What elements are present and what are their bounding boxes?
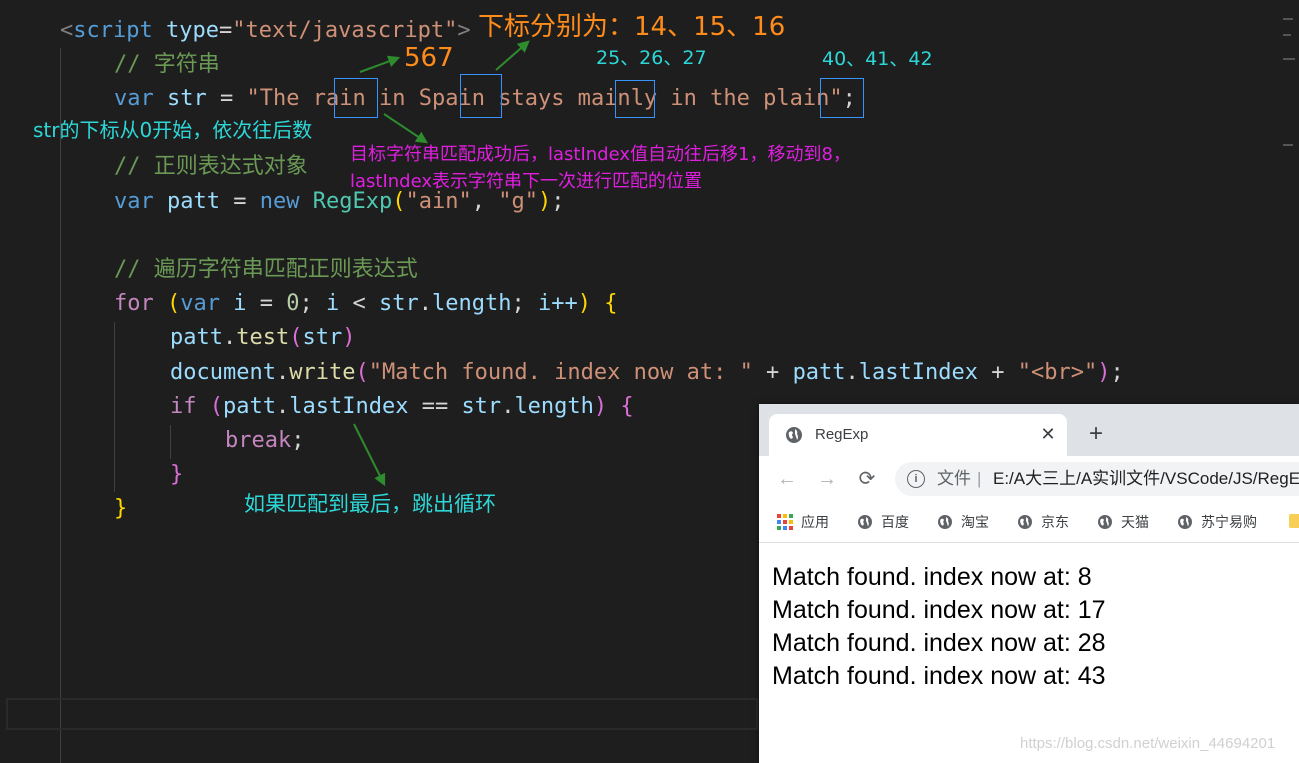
new-tab-icon[interactable]: + [1083, 422, 1109, 448]
globe-icon [1018, 515, 1032, 529]
watermark: https://blog.csdn.net/weixin_44694201 [1020, 735, 1276, 752]
address-separator: | [977, 469, 982, 488]
reload-icon[interactable]: ⟳ [853, 465, 881, 493]
bookmark-taobao[interactable]: 淘宝 [937, 513, 989, 531]
browser-window: RegExp ✕ + ← → ⟳ i 文件 | E:/A大三上/A实训文件/VS… [759, 404, 1299, 763]
tab-strip: RegExp ✕ + [759, 404, 1299, 456]
bookmark-baidu[interactable]: 百度 [857, 513, 909, 531]
bookmark-jd[interactable]: 京东 [1017, 513, 1069, 531]
bookmark-label: 淘宝 [961, 514, 989, 530]
apps-grid-icon [777, 514, 793, 530]
close-tab-icon[interactable]: ✕ [1037, 423, 1059, 445]
folder-icon[interactable] [1289, 514, 1299, 528]
arrow-to-567 [359, 55, 401, 73]
globe-icon [1178, 515, 1192, 529]
globe-icon [786, 427, 802, 443]
address-bar[interactable]: i 文件 | E:/A大三上/A实训文件/VSCode/JS/RegExp [895, 462, 1299, 496]
globe-icon [1098, 515, 1112, 529]
output-line: Match found. index now at: 8 [772, 563, 1092, 591]
bookmark-label: 天猫 [1121, 514, 1149, 530]
bookmarks-bar: 应用 百度 淘宝 京东 天猫 苏宁易购 [759, 502, 1299, 543]
bookmark-label: 苏宁易购 [1201, 514, 1257, 530]
address-scheme-label: 文件 [937, 469, 971, 488]
address-url[interactable]: E:/A大三上/A实训文件/VSCode/JS/RegExp [993, 469, 1299, 489]
output-line: Match found. index now at: 43 [772, 662, 1106, 690]
bookmark-apps[interactable]: 应用 [777, 513, 829, 531]
tab-regexp[interactable]: RegExp ✕ [769, 414, 1067, 456]
output-line: Match found. index now at: 28 [772, 629, 1106, 657]
globe-icon [858, 515, 872, 529]
browser-toolbar: ← → ⟳ i 文件 | E:/A大三上/A实训文件/VSCode/JS/Reg… [759, 456, 1299, 502]
bookmark-label: 京东 [1041, 514, 1069, 530]
back-icon[interactable]: ← [773, 465, 801, 493]
arrow-to-subscripts [495, 40, 530, 71]
info-icon[interactable]: i [907, 470, 925, 488]
globe-icon [938, 515, 952, 529]
page-content: Match found. index now at: 8 Match found… [759, 543, 1299, 763]
arrow-to-break-note [353, 423, 386, 487]
tab-title: RegExp [815, 426, 869, 443]
output-line: Match found. index now at: 17 [772, 596, 1106, 624]
bookmark-label: 应用 [801, 514, 829, 530]
bookmark-tmall[interactable]: 天猫 [1097, 513, 1149, 531]
arrow-to-match-note [383, 113, 428, 144]
bookmark-suning[interactable]: 苏宁易购 [1177, 513, 1257, 531]
forward-icon[interactable]: → [813, 465, 841, 493]
bookmark-label: 百度 [881, 514, 909, 530]
